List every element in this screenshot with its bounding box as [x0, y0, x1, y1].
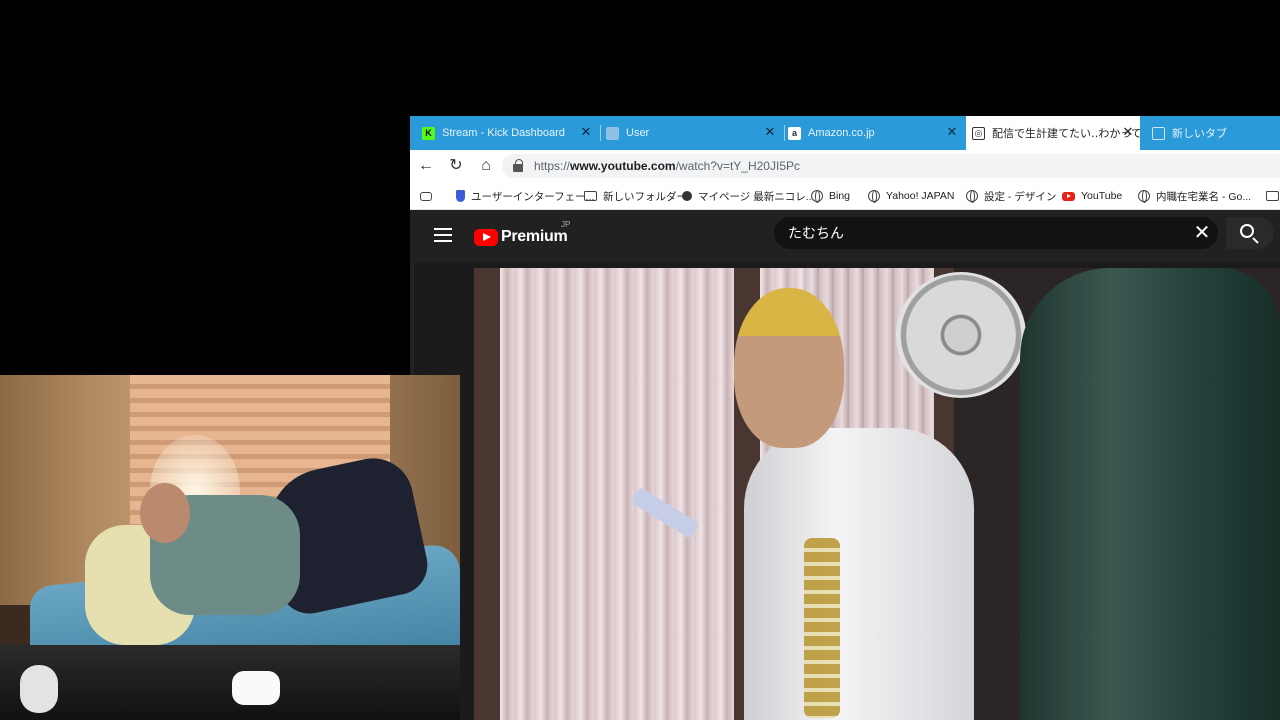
search-icon [1240, 224, 1254, 238]
bookmark-label: 設定 - デザイン [984, 190, 1057, 203]
close-tab-icon[interactable]: ✕ [580, 125, 592, 138]
tab-amazon[interactable]: a Amazon.co.jp ✕ [788, 116, 964, 150]
search-button[interactable] [1226, 217, 1274, 249]
bookmark-label: YouTube [1081, 190, 1123, 202]
browser-toolbar: ← ↻ ⌂ https://www.youtube.com/watch?v=tY… [410, 150, 1280, 182]
bookmark-label: ユーザーインターフェー... [471, 190, 595, 203]
globe-icon [1138, 190, 1150, 203]
webcam-overlay [0, 375, 460, 720]
tab-user[interactable]: User ✕ [606, 116, 782, 150]
bookmark-new-folder[interactable]: 新しいフォルダー [584, 182, 687, 210]
address-url: https://www.youtube.com/watch?v=tY_H20JI… [534, 159, 800, 173]
new-tab-icon [1152, 126, 1165, 140]
folder-icon [1266, 191, 1279, 201]
tab-bar: K Stream - Kick Dashboard ✕ User ✕ a Ama… [410, 116, 1280, 150]
reload-icon[interactable]: ↻ [446, 156, 466, 176]
kick-icon: K [422, 126, 435, 140]
url-domain: www.youtube.com [570, 159, 676, 173]
niconico-icon [682, 191, 692, 201]
lock-icon [512, 159, 526, 173]
tab-title: Amazon.co.jp [808, 127, 875, 139]
tab-title: 新しいタブ [1172, 128, 1227, 140]
tab-divider [600, 125, 601, 141]
ai-chat-icon: ◎ [972, 126, 985, 140]
globe-icon [868, 190, 880, 203]
youtube-premium-logo[interactable]: Premium [474, 226, 568, 248]
bookmark-label: 内職在宅業名 - Go... [1156, 190, 1252, 203]
shield-icon [456, 190, 465, 202]
video-scene-pillar [474, 268, 500, 720]
webcam-scene-head [140, 483, 190, 543]
globe-icon [811, 190, 823, 203]
bookmark-label: Yahoo! JAPAN [886, 190, 955, 202]
bookmark-yahoo-japan[interactable]: Yahoo! JAPAN [868, 182, 954, 210]
video-player[interactable] [474, 268, 1280, 720]
webcam-scene-mouse [20, 665, 58, 713]
globe-icon [966, 190, 978, 203]
bookmark-label: 新しいフォルダー [603, 190, 687, 203]
tab-new-tab[interactable]: 新しいタブ [1152, 116, 1280, 150]
youtube-play-icon [474, 228, 498, 246]
bookmark-bing[interactable]: Bing [811, 182, 850, 210]
tab-active-chat[interactable]: ◎ 配信で生計建てたい‥わかってんの ✕ [966, 116, 1140, 150]
tab-divider [784, 125, 785, 141]
search-input[interactable]: たむちん [788, 223, 1192, 243]
close-tab-icon[interactable]: ✕ [1122, 125, 1134, 138]
bookmarks-bar: ユーザーインターフェー... 新しいフォルダー マイページ 最新ニコレ... B… [410, 182, 1280, 210]
tab-title: 配信で生計建てたい‥わかってんの [992, 128, 1140, 140]
bookmark-overflow-folder[interactable] [1266, 182, 1280, 210]
video-scene-jacket [1020, 268, 1280, 720]
tab-kick-dashboard[interactable]: K Stream - Kick Dashboard ✕ [422, 116, 598, 150]
bookmark-user-interface[interactable]: ユーザーインターフェー... [456, 182, 594, 210]
url-path: /watch?v=tY_H20JI5Pc [675, 159, 800, 173]
tab-title: User [626, 127, 650, 139]
youtube-page: Premium JP たむちん ✕ [414, 212, 1280, 720]
bookmark-nicovideo-mypage[interactable]: マイページ 最新ニコレ... [682, 182, 814, 210]
video-scene-sleeve [804, 538, 840, 718]
tab-title: Stream - Kick Dashboard [442, 127, 565, 139]
region-code: JP [561, 220, 571, 229]
clear-search-icon[interactable]: ✕ [1192, 223, 1212, 243]
bookmark-work-from-home[interactable]: 内職在宅業名 - Go... [1138, 182, 1251, 210]
search-box[interactable]: たむちん ✕ [774, 217, 1218, 249]
menu-icon[interactable] [434, 228, 452, 242]
close-tab-icon[interactable]: ✕ [764, 125, 776, 138]
page-icon [606, 126, 619, 140]
url-scheme: https:// [534, 159, 571, 173]
bookmark-bar-toggle[interactable] [420, 182, 438, 210]
youtube-masthead: Premium JP たむちん ✕ [414, 212, 1280, 262]
webcam-scene-desk [0, 645, 460, 720]
webcam-scene-earbuds-case [232, 671, 280, 705]
folder-icon [584, 191, 597, 201]
logo-text: Premium [501, 228, 568, 245]
bookmark-youtube[interactable]: YouTube [1062, 182, 1122, 210]
back-arrow-icon[interactable]: ← [416, 156, 436, 176]
browser-window: K Stream - Kick Dashboard ✕ User ✕ a Ama… [410, 116, 1280, 720]
home-icon[interactable]: ⌂ [476, 156, 496, 176]
bookmark-settings-design[interactable]: 設定 - デザイン [966, 182, 1056, 210]
address-bar[interactable]: https://www.youtube.com/watch?v=tY_H20JI… [502, 154, 1280, 178]
close-tab-icon[interactable]: ✕ [946, 125, 958, 138]
bookmark-label: マイページ 最新ニコレ... [698, 190, 815, 203]
amazon-icon: a [788, 126, 801, 140]
video-scene-fan [896, 272, 1026, 398]
youtube-icon [1062, 191, 1075, 201]
bookmark-collection-icon [420, 191, 432, 201]
bookmark-label: Bing [829, 190, 851, 202]
video-scene-person [744, 428, 974, 720]
video-scene-face [734, 288, 844, 448]
